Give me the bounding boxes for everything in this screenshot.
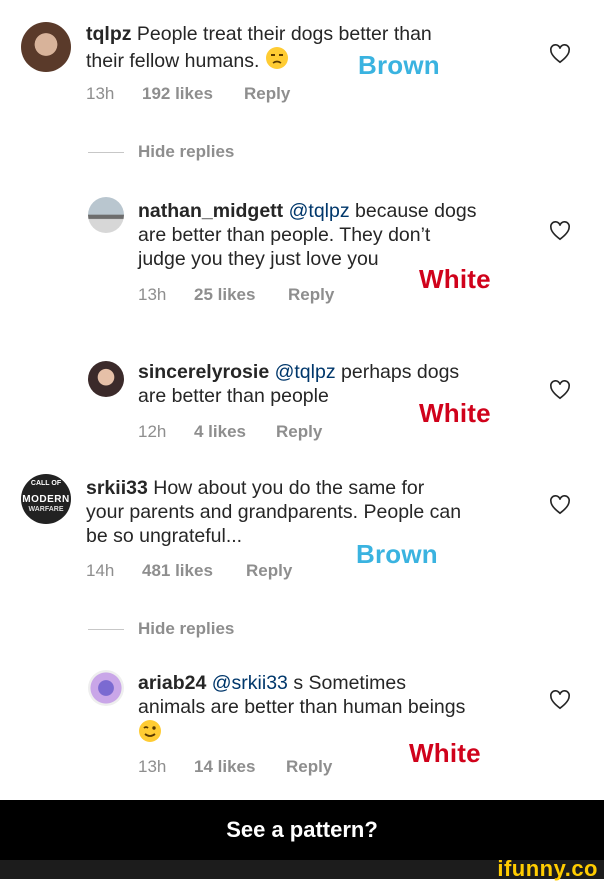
comment-meta: 12h 4 likes Reply — [138, 422, 322, 442]
comment-body: are better than people. They don’t — [138, 224, 431, 246]
avatar-nathan-midgett[interactable] — [88, 197, 124, 233]
ifunny-watermark: ifunny.co — [497, 856, 598, 881]
comment-likes[interactable]: 4 likes — [194, 422, 276, 442]
avatar-ariab24[interactable] — [88, 670, 124, 706]
reply-button[interactable]: Reply — [286, 757, 332, 777]
comment-body: How about you do the same for — [153, 477, 425, 499]
comment-username[interactable]: nathan_midgett — [138, 200, 283, 222]
avatar-tqlpz[interactable] — [21, 22, 71, 72]
divider-line — [88, 151, 124, 153]
race-tag: White — [419, 398, 491, 428]
reply-button[interactable]: Reply — [276, 422, 322, 442]
heart-outline-icon[interactable] — [549, 380, 571, 400]
race-tag: White — [409, 738, 481, 768]
reply-button[interactable]: Reply — [288, 285, 334, 305]
comment-time: 13h — [86, 84, 115, 103]
comment-meta: 13h 25 likes Reply — [138, 285, 334, 305]
race-tag: Brown — [358, 50, 440, 80]
avatar-label: WARFARE — [28, 506, 64, 513]
comment-body: People treat their dogs better than — [136, 23, 432, 45]
comment-username[interactable]: srkii33 — [86, 477, 148, 499]
comment-likes[interactable]: 481 likes — [142, 561, 246, 581]
race-tag: Brown — [356, 539, 438, 569]
comment-meta: 13h 14 likes Reply — [138, 757, 332, 777]
heart-outline-icon[interactable] — [549, 690, 571, 710]
comment-username[interactable]: tqlpz — [86, 23, 131, 45]
comment-text: nathan_midgett @tqlpz because dogs are b… — [138, 199, 528, 271]
heart-outline-icon[interactable] — [549, 495, 571, 515]
winking-face-icon — [138, 719, 162, 749]
unamused-face-icon — [265, 46, 289, 76]
hide-replies-button[interactable]: Hide replies — [88, 619, 234, 639]
avatar-sincerelyrosie[interactable] — [88, 361, 124, 397]
comment-body: be so ungrateful... — [86, 525, 243, 547]
comment-username[interactable]: sincerelyrosie — [138, 361, 269, 383]
comment-body: are better than people — [138, 385, 329, 407]
comment-text: srkii33 How about you do the same for yo… — [86, 476, 536, 548]
hide-replies-button[interactable]: Hide replies — [88, 142, 234, 162]
comment-mention[interactable]: @tqlpz — [289, 200, 350, 222]
heart-outline-icon[interactable] — [549, 221, 571, 241]
comment-likes[interactable]: 25 likes — [194, 285, 288, 305]
hide-replies-label: Hide replies — [138, 142, 235, 161]
comment-body: because dogs — [355, 200, 477, 222]
divider-line — [88, 628, 124, 630]
caption-bar: See a pattern? — [0, 800, 604, 860]
reply-button[interactable]: Reply — [244, 84, 290, 104]
comment-body: s Sometimes — [293, 672, 407, 694]
comment-time: 12h — [138, 422, 167, 441]
comment-time: 14h — [86, 561, 115, 580]
comment-text: tqlpz People treat their dogs better tha… — [86, 22, 526, 76]
comment-time: 13h — [138, 757, 167, 776]
comment-likes[interactable]: 192 likes — [142, 84, 244, 104]
comment-mention[interactable]: @tqlpz — [275, 361, 336, 383]
comment-time: 13h — [138, 285, 167, 304]
comment-body: animals are better than human beings — [138, 696, 466, 718]
comment-username[interactable]: ariab24 — [138, 672, 206, 694]
avatar-srkii33[interactable]: CALL OF MODERN WARFARE — [21, 474, 71, 524]
race-tag: White — [419, 264, 491, 294]
heart-outline-icon[interactable] — [549, 44, 571, 64]
hide-replies-label: Hide replies — [138, 619, 235, 638]
comment-likes[interactable]: 14 likes — [194, 757, 286, 777]
reply-button[interactable]: Reply — [246, 561, 292, 581]
comment-mention[interactable]: @srkii33 — [212, 672, 288, 694]
avatar-label: CALL OF — [30, 480, 62, 487]
caption-text: See a pattern? — [226, 817, 378, 842]
comment-body: your parents and grandparents. People ca… — [86, 501, 462, 523]
comment-body: judge you they just love you — [138, 248, 379, 270]
comment-meta: 13h 192 likes Reply — [86, 84, 290, 104]
comment-body: perhaps dogs — [341, 361, 460, 383]
comment-body: their fellow humans. — [86, 50, 260, 72]
avatar-label: MODERN — [22, 494, 70, 505]
comment-meta: 14h 481 likes Reply — [86, 561, 292, 581]
